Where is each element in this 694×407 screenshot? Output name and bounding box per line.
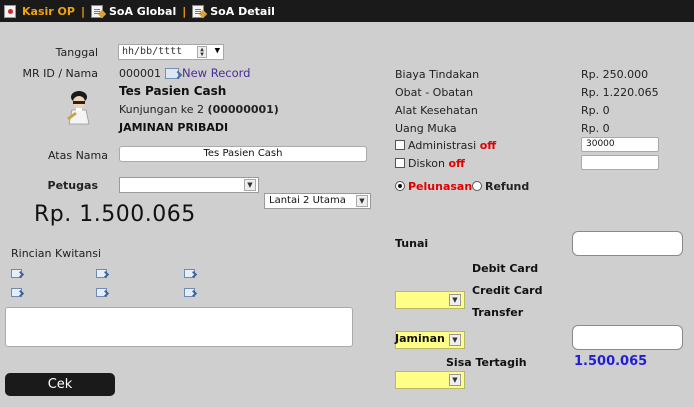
administrasi-checkbox-row[interactable]: Administrasi off bbox=[395, 139, 496, 152]
diskon-checkbox[interactable] bbox=[395, 158, 405, 168]
administrasi-label: Administrasi bbox=[408, 139, 477, 152]
refund-radio[interactable] bbox=[472, 181, 482, 191]
patient-avatar-icon bbox=[67, 91, 90, 125]
chevron-down-icon: ▼ bbox=[449, 294, 461, 306]
mr-id-value: 000001 bbox=[119, 67, 161, 80]
kunjungan-prefix: Kunjungan ke 2 bbox=[119, 103, 205, 116]
tab-soa-detail[interactable]: SoA Detail bbox=[192, 0, 275, 22]
billing-label-alat-kesehatan: Alat Kesehatan bbox=[395, 104, 478, 117]
diskon-checkbox-row[interactable]: Diskon off bbox=[395, 157, 465, 170]
petugas-select[interactable]: ▼ bbox=[119, 177, 259, 193]
chevron-down-icon: ▼ bbox=[356, 195, 368, 207]
cashier-icon bbox=[4, 4, 16, 18]
tanggal-date-input[interactable]: hh/bb/tttt ▲ ▼ ▼ bbox=[118, 44, 224, 60]
document-edit-icon bbox=[192, 4, 205, 18]
notes-textarea[interactable] bbox=[5, 307, 353, 347]
transfer-label: Transfer bbox=[472, 306, 524, 319]
billing-value-biaya-tindakan: Rp. 250.000 bbox=[581, 68, 649, 81]
kunjungan-code: (00000001) bbox=[207, 103, 279, 116]
receipt-link-icon[interactable] bbox=[184, 269, 195, 278]
lantai-value: Lantai 2 Utama bbox=[269, 195, 346, 206]
receipt-link-icon[interactable] bbox=[11, 269, 22, 278]
billing-value-uang-muka: Rp. 0 bbox=[581, 122, 610, 135]
refund-label: Refund bbox=[485, 180, 530, 193]
rincian-kwitansi-label: Rincian Kwitansi bbox=[11, 247, 102, 260]
administrasi-state: off bbox=[479, 139, 497, 152]
new-record-label: New Record bbox=[182, 66, 251, 80]
cek-button[interactable]: Cek bbox=[5, 373, 115, 396]
chevron-down-icon: ▼ bbox=[449, 334, 461, 346]
billing-value-obat: Rp. 1.220.065 bbox=[581, 86, 659, 99]
atas-nama-label: Atas Nama bbox=[47, 149, 108, 162]
tanggal-label: Tanggal bbox=[55, 46, 98, 59]
petugas-label: Petugas bbox=[47, 179, 98, 192]
top-navigation-bar: Kasir OP | SoA Global | SoA Detail bbox=[0, 0, 694, 22]
atas-nama-input[interactable]: Tes Pasien Cash bbox=[119, 146, 367, 162]
tanggal-placeholder: hh/bb/tttt bbox=[122, 46, 183, 57]
transfer-select[interactable]: ▼ bbox=[395, 371, 465, 389]
sisa-tertagih-value: 1.500.065 bbox=[574, 354, 648, 369]
jaminan-input[interactable] bbox=[572, 325, 683, 350]
billing-label-uang-muka: Uang Muka bbox=[395, 122, 457, 135]
diskon-state: off bbox=[448, 157, 465, 170]
kunjungan-info: Kunjungan ke 2 (00000001) bbox=[119, 103, 279, 116]
debit-card-label: Debit Card bbox=[472, 262, 539, 275]
administrasi-checkbox[interactable] bbox=[395, 140, 405, 150]
billing-value-alat-kesehatan: Rp. 0 bbox=[581, 104, 610, 117]
jaminan-label: Jaminan bbox=[395, 332, 445, 345]
receipt-link-icon[interactable] bbox=[184, 288, 195, 297]
tunai-label: Tunai bbox=[395, 237, 429, 250]
date-spinner[interactable]: ▲ ▼ bbox=[197, 46, 207, 58]
administrasi-input[interactable]: 30000 bbox=[581, 137, 659, 152]
receipt-link-icon[interactable] bbox=[11, 288, 22, 297]
sisa-tertagih-label: Sisa Tertagih bbox=[446, 356, 527, 369]
patient-name: Tes Pasien Cash bbox=[119, 84, 227, 98]
tunai-input[interactable] bbox=[572, 231, 683, 256]
refund-radio-row[interactable]: Refund bbox=[472, 180, 529, 193]
total-amount: Rp. 1.500.065 bbox=[34, 202, 196, 227]
credit-card-label: Credit Card bbox=[472, 284, 543, 297]
tab-soa-global-label: SoA Global bbox=[108, 4, 177, 18]
diskon-input[interactable] bbox=[581, 155, 659, 170]
calendar-dropdown-icon[interactable]: ▼ bbox=[215, 46, 220, 56]
mr-id-nama-label: MR ID / Nama bbox=[22, 67, 98, 80]
new-record-link[interactable]: New Record bbox=[165, 66, 250, 80]
receipt-link-icon[interactable] bbox=[96, 269, 107, 278]
new-record-icon bbox=[165, 68, 179, 79]
tab-kasir-op[interactable]: Kasir OP bbox=[4, 0, 75, 22]
debit-card-select[interactable]: ▼ bbox=[395, 291, 465, 309]
pelunasan-label: Pelunasan bbox=[408, 180, 473, 193]
tab-soa-detail-label: SoA Detail bbox=[210, 4, 275, 18]
tab-separator: | bbox=[80, 4, 85, 18]
tab-soa-global[interactable]: SoA Global bbox=[90, 0, 177, 22]
chevron-down-icon: ▼ bbox=[244, 179, 256, 191]
pelunasan-radio-row[interactable]: Pelunasan bbox=[395, 180, 472, 193]
tab-separator: | bbox=[182, 4, 187, 18]
lantai-select[interactable]: Lantai 2 Utama ▼ bbox=[264, 193, 371, 209]
chevron-down-icon: ▼ bbox=[449, 374, 461, 386]
billing-label-biaya-tindakan: Biaya Tindakan bbox=[395, 68, 480, 81]
jaminan-type: JAMINAN PRIBADI bbox=[119, 121, 229, 134]
billing-label-obat: Obat - Obatan bbox=[395, 86, 474, 99]
diskon-label: Diskon bbox=[408, 157, 445, 170]
document-edit-icon bbox=[90, 4, 103, 18]
tab-kasir-op-label: Kasir OP bbox=[22, 4, 75, 18]
pelunasan-radio[interactable] bbox=[395, 181, 405, 191]
receipt-link-icon[interactable] bbox=[96, 288, 107, 297]
